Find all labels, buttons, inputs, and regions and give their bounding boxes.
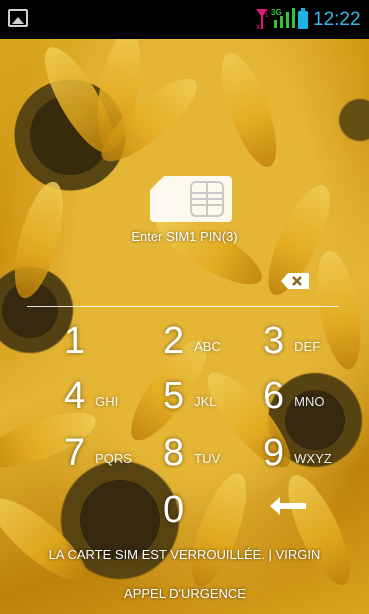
key-9[interactable]: 9 WXYZ (263, 427, 332, 479)
key-digit: 1 (64, 320, 86, 362)
key-0[interactable]: 0 (163, 484, 194, 536)
pin-prompt: Enter SIM1 PIN(3) (131, 229, 238, 244)
key-letters: ABC (194, 338, 221, 354)
key-letters: PQRS (95, 450, 132, 466)
signal-icon: 3G (271, 8, 295, 28)
key-digit: 6 (263, 375, 285, 417)
key-digit: 2 (163, 320, 185, 362)
key-5[interactable]: 5 JKL (163, 370, 217, 422)
key-digit: 0 (163, 489, 185, 531)
enter-arrow-icon[interactable] (268, 493, 308, 519)
key-digit: 4 (64, 375, 86, 417)
backspace-icon[interactable] (280, 272, 310, 290)
gallery-icon (8, 9, 28, 27)
key-6[interactable]: 6 MNO (263, 370, 324, 422)
key-8[interactable]: 8 TUV (163, 427, 220, 479)
sim-chip (190, 181, 224, 217)
divider (27, 306, 339, 307)
key-1[interactable]: 1 (64, 315, 95, 367)
key-letters: MNO (294, 393, 325, 409)
svg-text:x: x (256, 22, 260, 30)
battery-icon (298, 8, 308, 29)
key-digit: 7 (64, 432, 86, 474)
sim-card-icon (150, 176, 232, 222)
key-digit: 3 (263, 320, 285, 362)
key-3[interactable]: 3 DEF (263, 315, 320, 367)
sim-no-service-icon: 1 x (256, 9, 269, 30)
key-letters: JKL (194, 393, 217, 409)
key-letters: GHI (95, 393, 119, 409)
key-4[interactable]: 4 GHI (64, 370, 118, 422)
emergency-call-button[interactable]: APPEL D'URGENCE (100, 586, 270, 601)
key-letters: TUV (194, 450, 221, 466)
clock: 12:22 (313, 9, 361, 30)
key-letters: DEF (294, 338, 321, 354)
status-bar: 1 x 3G 12:22 (0, 0, 369, 39)
key-digit: 8 (163, 432, 185, 474)
carrier-status-text: LA CARTE SIM EST VERROUILLÉE. | VIRGIN (48, 547, 321, 562)
key-2[interactable]: 2 ABC (163, 315, 221, 367)
key-letters: WXYZ (294, 450, 332, 466)
key-digit: 5 (163, 375, 185, 417)
key-7[interactable]: 7 PQRS (64, 427, 132, 479)
key-digit: 9 (263, 432, 285, 474)
svg-text:3G: 3G (271, 8, 282, 17)
svg-text:1: 1 (265, 13, 269, 19)
